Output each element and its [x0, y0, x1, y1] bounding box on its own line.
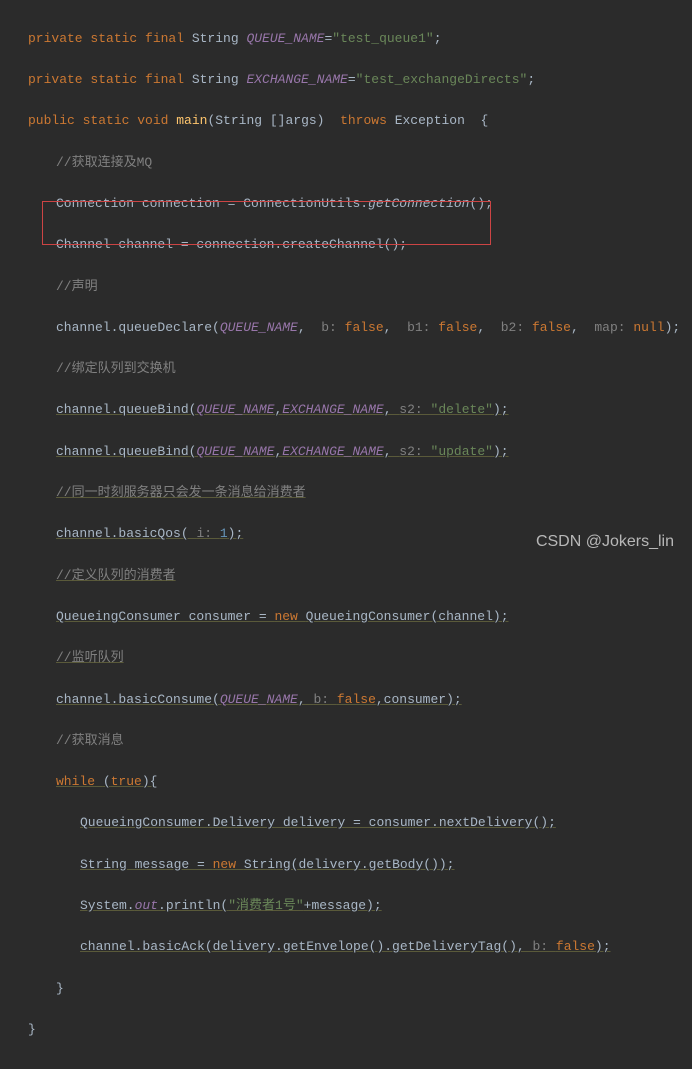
code-line: //声明	[0, 277, 692, 298]
code-line: }	[0, 1020, 692, 1041]
code-line: private static final String EXCHANGE_NAM…	[0, 70, 692, 91]
code-line: //获取连接及MQ	[0, 153, 692, 174]
code-line: //同一时刻服务器只会发一条消息给消费者	[0, 483, 692, 504]
code-line: //定义队列的消费者	[0, 566, 692, 587]
code-line: while (true){	[0, 772, 692, 793]
code-line: channel.queueBind(QUEUE_NAME,EXCHANGE_NA…	[0, 400, 692, 421]
code-line: channel.basicConsume(QUEUE_NAME, b: fals…	[0, 690, 692, 711]
code-line: public static void main(String []args) t…	[0, 111, 692, 132]
code-line: QueueingConsumer.Delivery delivery = con…	[0, 813, 692, 834]
code-line: channel.queueDeclare(QUEUE_NAME, b: fals…	[0, 318, 692, 339]
code-line: //绑定队列到交换机	[0, 359, 692, 380]
code-line: System.out.println("消费者1号"+message);	[0, 896, 692, 917]
code-line: }	[0, 979, 692, 1000]
code-line: String message = new String(delivery.get…	[0, 855, 692, 876]
code-line: channel.basicAck(delivery.getEnvelope().…	[0, 937, 692, 958]
code-line: channel.queueBind(QUEUE_NAME,EXCHANGE_NA…	[0, 442, 692, 463]
code-line: //获取消息	[0, 731, 692, 752]
code-line: private static final String QUEUE_NAME="…	[0, 29, 692, 50]
code-line: //监听队列	[0, 648, 692, 669]
code-line: Connection connection = ConnectionUtils.…	[0, 194, 692, 215]
watermark: CSDN @Jokers_lin	[536, 529, 674, 555]
code-line: QueueingConsumer consumer = new Queueing…	[0, 607, 692, 628]
code-line: Channel channel = connection.createChann…	[0, 235, 692, 256]
